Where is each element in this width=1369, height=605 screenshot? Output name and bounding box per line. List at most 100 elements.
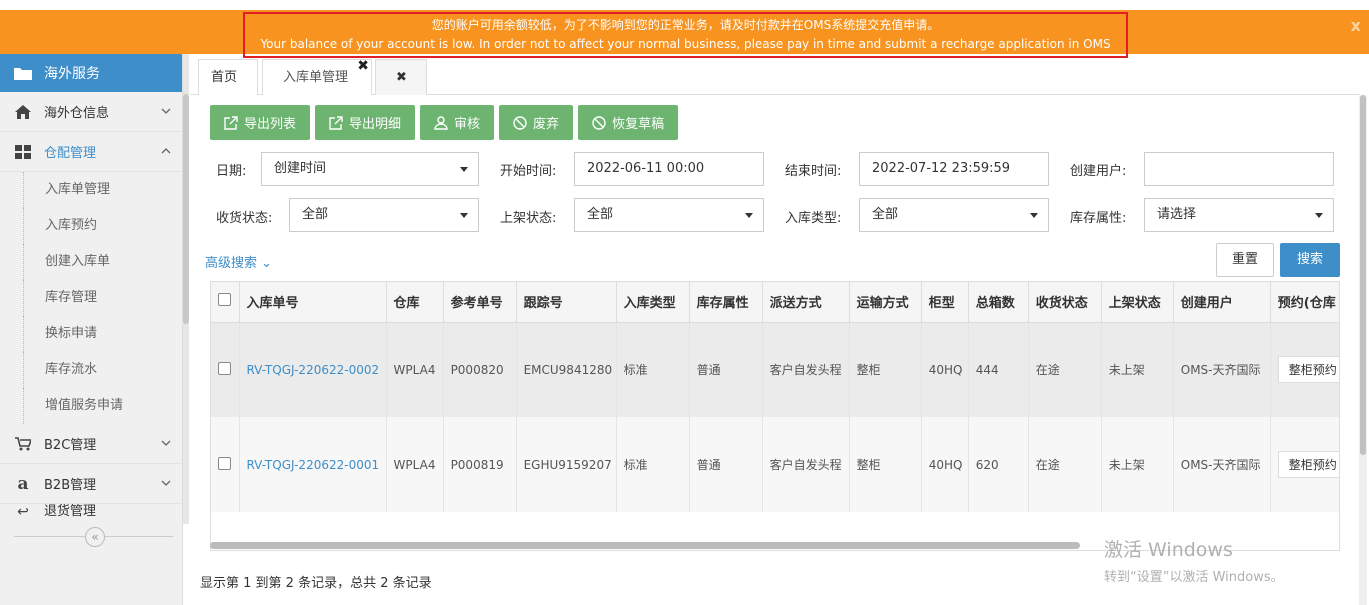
sidebar-subitem-inventory-flow[interactable]: 库存流水 <box>0 352 182 388</box>
sidebar-subitem-relabel[interactable]: 换标申请 <box>0 316 182 352</box>
receive-status-label: 收货状态: <box>216 211 273 226</box>
export-icon <box>224 115 238 130</box>
grid-icon <box>14 144 32 159</box>
container-booking-button[interactable]: 整柜预约 <box>1277 451 1339 478</box>
sidebar-item-fulfillment[interactable]: 仓配管理 <box>0 132 182 172</box>
tab-inbound-orders[interactable]: 入库单管理 ✖ <box>262 58 372 95</box>
tab-home[interactable]: 首页 <box>198 59 258 95</box>
sidebar-scrollbar[interactable] <box>183 54 189 524</box>
column-header[interactable]: 参考单号 <box>443 282 517 323</box>
order-id-link[interactable]: RV-TQGJ-220622-0001 <box>247 458 380 472</box>
column-header[interactable]: 仓库 <box>386 282 444 323</box>
column-header[interactable]: 柜型 <box>921 282 969 323</box>
inbound-type-select[interactable]: 全部 <box>859 198 1049 232</box>
sidebar-subitem-value-added[interactable]: 增值服务申请 <box>0 388 182 424</box>
export-list-button[interactable]: 导出列表 <box>210 105 311 140</box>
row-checkbox-cell[interactable] <box>211 322 240 417</box>
sidebar-subitem-inbound-orders[interactable]: 入库单管理 <box>0 172 182 208</box>
sidebar-item-label: 退货管理 <box>44 504 97 518</box>
date-label: 日期: <box>216 164 247 179</box>
receive-status-select[interactable]: 全部 <box>289 198 479 232</box>
column-header[interactable]: 预约(仓库 <box>1270 282 1339 323</box>
column-header[interactable]: 跟踪号 <box>516 282 617 323</box>
button-label: 审核 <box>454 117 481 132</box>
receive-status-cell: 在途 <box>1028 417 1102 512</box>
boxes-cell: 620 <box>968 417 1029 512</box>
select-all-checkbox[interactable] <box>218 293 231 307</box>
shelf-status-select[interactable]: 全部 <box>574 198 764 232</box>
close-all-tabs-button[interactable]: ✖ <box>375 59 427 95</box>
tab-bar: 首页 入库单管理 ✖ ✖ <box>190 57 1360 95</box>
column-header[interactable]: 运输方式 <box>849 282 922 323</box>
row-checkbox-cell[interactable] <box>211 417 240 512</box>
column-header[interactable]: 库存属性 <box>689 282 763 323</box>
sidebar-header[interactable]: 海外服务 <box>0 54 182 92</box>
chevron-down-icon <box>160 437 172 449</box>
order-id-cell: RV-TQGJ-220622-0001 <box>239 417 387 512</box>
container-cell: 40HQ <box>921 417 969 512</box>
column-header[interactable]: 入库类型 <box>616 282 690 323</box>
stock-attr-select[interactable]: 请选择 <box>1144 198 1334 232</box>
stock-attr-cell: 普通 <box>689 417 763 512</box>
chevron-down-icon <box>160 477 172 489</box>
amazon-icon: a <box>17 473 29 494</box>
ban-icon <box>592 115 606 130</box>
start-time-input[interactable]: 2022-06-11 00:00 <box>574 152 764 186</box>
watermark-title: 激活 Windows <box>1104 539 1233 561</box>
shelf-status-cell: 未上架 <box>1101 417 1174 512</box>
windows-activation-watermark: 激活 Windows 转到“设置”以激活 Windows。 <box>1104 535 1284 585</box>
table-row[interactable]: RV-TQGJ-220622-0002 WPLA4 P000820 EMCU98… <box>211 322 1339 417</box>
warehouse-cell: WPLA4 <box>386 322 444 417</box>
discard-button[interactable]: 废弃 <box>499 105 574 140</box>
sidebar-item-warehouse-info[interactable]: 海外仓信息 <box>0 92 182 132</box>
column-header[interactable]: 总箱数 <box>968 282 1029 323</box>
export-detail-button[interactable]: 导出明细 <box>315 105 416 140</box>
tracking-cell: EMCU9841280 <box>516 322 617 417</box>
container-booking-button[interactable]: 整柜预约 <box>1277 356 1339 384</box>
booking-cell: 整柜预约 <box>1270 322 1339 417</box>
row-checkbox[interactable] <box>218 361 231 375</box>
sidebar-item-label: 仓配管理 <box>44 146 97 161</box>
created-by-cell: OMS-天齐国际 <box>1173 417 1271 512</box>
banner-close-button[interactable]: x <box>1351 16 1361 35</box>
low-balance-banner: 您的账户可用余额较低，为了不影响到您的正常业务，请及时付款并在OMS系统提交充值… <box>0 10 1369 70</box>
stock-attr-label: 库存属性: <box>1070 211 1127 226</box>
search-button[interactable]: 搜索 <box>1280 243 1340 277</box>
column-header[interactable]: 创建用户 <box>1173 282 1271 323</box>
collapse-sidebar-button[interactable]: « <box>85 527 105 547</box>
table-row[interactable]: RV-TQGJ-220622-0001 WPLA4 P000819 EGHU91… <box>211 417 1339 512</box>
end-time-input[interactable]: 2022-07-12 23:59:59 <box>859 152 1049 186</box>
order-id-link[interactable]: RV-TQGJ-220622-0002 <box>247 363 380 377</box>
delivery-cell: 客户自发头程 <box>762 417 850 512</box>
scrollbar-thumb[interactable] <box>183 94 189 324</box>
scrollbar-thumb[interactable] <box>1360 95 1366 455</box>
column-header[interactable]: 收货状态 <box>1028 282 1102 323</box>
page-vertical-scrollbar[interactable] <box>1359 95 1367 605</box>
banner-message-box: 您的账户可用余额较低，为了不影响到您的正常业务，请及时付款并在OMS系统提交充值… <box>243 12 1128 70</box>
stock-attr-cell: 普通 <box>689 322 763 417</box>
created-by-input[interactable] <box>1144 152 1334 186</box>
top-strip <box>0 0 1369 10</box>
sidebar-subitem-inventory[interactable]: 库存管理 <box>0 280 182 316</box>
reset-button[interactable]: 重置 <box>1216 243 1274 277</box>
restore-draft-button[interactable]: 恢复草稿 <box>578 105 679 140</box>
date-type-select[interactable]: 创建时间 <box>261 152 479 186</box>
close-icon[interactable]: ✖ <box>357 48 369 84</box>
sidebar-item-label: B2B管理 <box>44 478 97 493</box>
boxes-cell: 444 <box>968 322 1029 417</box>
review-button[interactable]: 审核 <box>420 105 495 140</box>
user-icon <box>434 115 448 130</box>
sidebar-item-b2b[interactable]: a B2B管理 <box>0 464 182 504</box>
table-horizontal-scrollbar[interactable] <box>210 542 1080 549</box>
sidebar-item-b2c[interactable]: B2C管理 <box>0 424 182 464</box>
column-header[interactable]: 上架状态 <box>1101 282 1174 323</box>
column-header[interactable]: 入库单号 <box>239 282 387 323</box>
sidebar-subitem-inbound-booking[interactable]: 入库预约 <box>0 208 182 244</box>
sidebar-item-returns[interactable]: ↩ 退货管理 <box>0 504 182 518</box>
tab-label: 入库单管理 <box>283 70 349 85</box>
sidebar-subitem-create-inbound[interactable]: 创建入库单 <box>0 244 182 280</box>
advanced-search-toggle[interactable]: 高级搜索 ⌄ <box>205 252 272 271</box>
column-header[interactable]: 派送方式 <box>762 282 850 323</box>
row-checkbox[interactable] <box>218 456 231 470</box>
select-all-checkbox-cell[interactable] <box>211 282 240 323</box>
